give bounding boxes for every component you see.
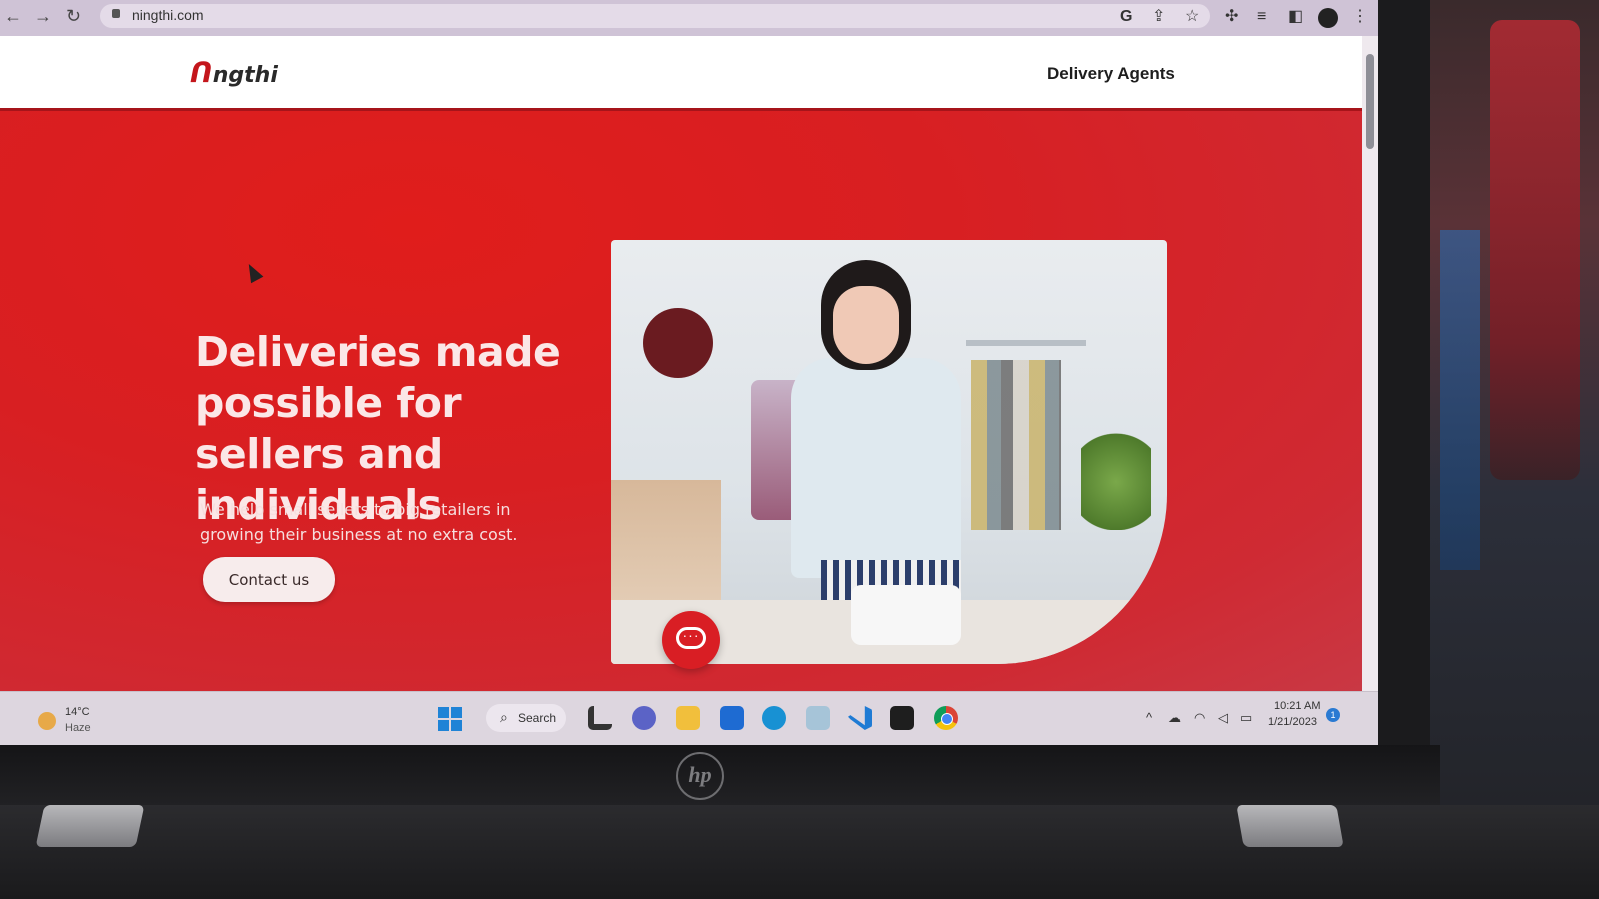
reload-icon[interactable]: ↻: [66, 4, 81, 28]
screen: ← → ↻ ningthi.com G ⇪ ☆ ✣ ≡ ◧ ⋮ ᑎngthi D…: [0, 0, 1378, 745]
hanging-cloth: [1440, 230, 1480, 570]
logo-mark: ᑎ: [190, 56, 213, 89]
person-body: [791, 358, 961, 578]
tray-chevron-icon[interactable]: ^: [1146, 710, 1152, 725]
lock-icon[interactable]: [112, 9, 120, 18]
logo-text: ngthi: [212, 63, 278, 88]
laptop-base: [0, 805, 1599, 899]
clock-time[interactable]: 10:21 AM: [1274, 700, 1320, 712]
dev-tool-icon[interactable]: [806, 706, 830, 730]
google-icon[interactable]: G: [1120, 8, 1132, 26]
reading-list-icon[interactable]: ≡: [1257, 8, 1266, 26]
windows-start-icon[interactable]: [438, 707, 462, 731]
chat-app-icon[interactable]: [632, 706, 656, 730]
volume-icon[interactable]: ◁: [1218, 710, 1228, 726]
windows-taskbar: 14°C Haze ⌕ Search ^ ☁ ◠ ◁ ▭ 10:21 AM 1/…: [0, 691, 1378, 745]
menu-icon[interactable]: ⋮: [1352, 8, 1368, 26]
extensions-icon[interactable]: ✣: [1225, 8, 1238, 26]
hero-subtext: We help small sellers to big retailers i…: [200, 500, 518, 544]
plant: [1081, 410, 1151, 530]
folded-cloth: [851, 585, 961, 645]
weather-temp[interactable]: 14°C: [65, 706, 90, 718]
hinge: [35, 805, 145, 847]
onedrive-icon[interactable]: ☁: [1168, 710, 1181, 726]
wifi-icon[interactable]: ◠: [1194, 710, 1205, 726]
taskbar-search[interactable]: ⌕ Search: [486, 704, 566, 732]
scroll-thumb[interactable]: [1366, 54, 1374, 149]
store-icon[interactable]: [720, 706, 744, 730]
hanging-cloth: [1490, 20, 1580, 480]
battery-icon[interactable]: ▭: [1240, 710, 1252, 726]
hero-section: Deliveries made possible for sellers and…: [0, 111, 1362, 691]
hanging-clothes: [971, 360, 1061, 530]
site-logo[interactable]: ᑎngthi: [190, 56, 278, 89]
chat-button[interactable]: ···: [662, 611, 720, 669]
clock-date[interactable]: 1/21/2023: [1268, 716, 1317, 728]
star-icon[interactable]: ☆: [1185, 8, 1199, 26]
person-face: [833, 286, 899, 364]
hinge: [1236, 805, 1344, 847]
site-header: ᑎngthi Delivery Agents: [0, 36, 1362, 111]
terminal-icon[interactable]: [890, 706, 914, 730]
task-view-icon[interactable]: [588, 706, 612, 730]
side-panel-icon[interactable]: ◧: [1288, 8, 1303, 26]
notification-badge[interactable]: 1: [1326, 708, 1340, 722]
hp-logo: hp: [676, 752, 724, 800]
search-icon: ⌕: [500, 709, 508, 725]
scrollbar[interactable]: [1362, 36, 1378, 691]
profile-icon[interactable]: [1318, 8, 1338, 28]
taskbar-search-label: Search: [518, 711, 557, 725]
contact-us-button[interactable]: Contact us: [203, 557, 335, 602]
hat: [643, 308, 713, 378]
forward-icon[interactable]: →: [34, 4, 52, 28]
nav-link-delivery-agents[interactable]: Delivery Agents: [1047, 64, 1175, 84]
background-clothes: [1430, 0, 1599, 899]
chrome-icon[interactable]: [934, 706, 958, 730]
url-text[interactable]: ningthi.com: [132, 7, 204, 23]
chat-icon: ···: [676, 627, 706, 649]
mouse-cursor-icon: [242, 260, 264, 284]
share-icon[interactable]: ⇪: [1152, 8, 1165, 26]
weather-icon[interactable]: [38, 712, 56, 730]
vscode-icon[interactable]: [848, 706, 872, 730]
back-icon[interactable]: ←: [4, 4, 22, 28]
weather-condition[interactable]: Haze: [65, 722, 91, 734]
file-explorer-icon[interactable]: [676, 706, 700, 730]
browser-toolbar: ← → ↻ ningthi.com G ⇪ ☆ ✣ ≡ ◧ ⋮: [0, 0, 1378, 36]
edge-icon[interactable]: [762, 706, 786, 730]
hero-image: [611, 240, 1167, 664]
address-bar[interactable]: ningthi.com: [100, 4, 1210, 28]
clothes-rack: [966, 340, 1086, 346]
